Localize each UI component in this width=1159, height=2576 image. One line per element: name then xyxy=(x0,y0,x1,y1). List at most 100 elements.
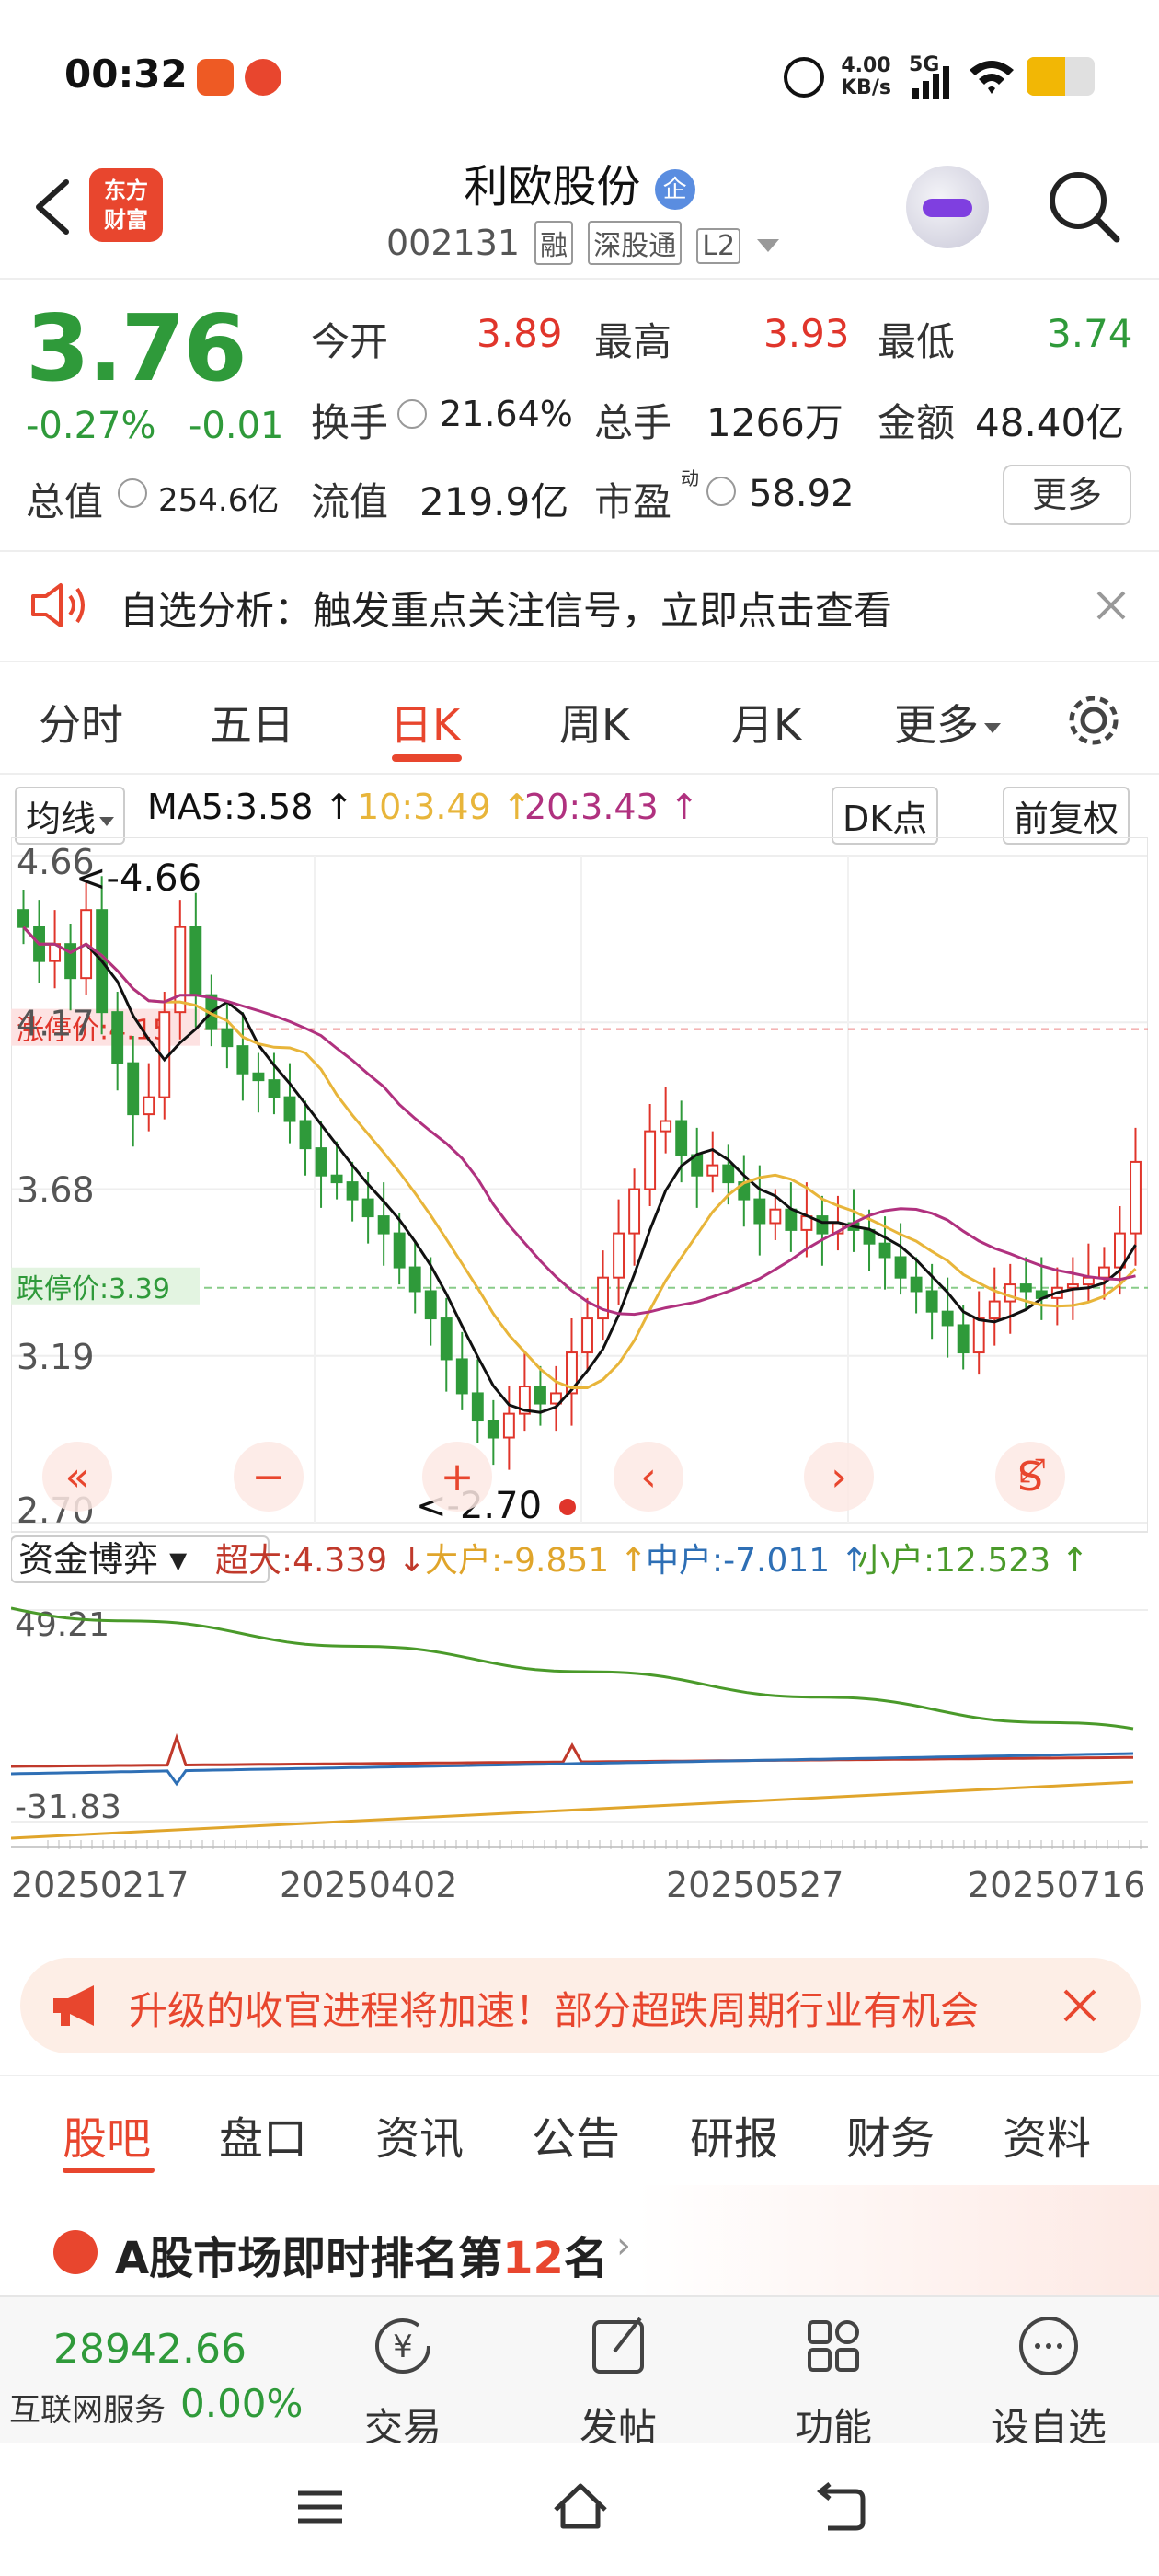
dropdown-arrow-icon xyxy=(757,238,780,252)
close-icon[interactable] xyxy=(1061,1987,1098,2024)
subchart-legend: 超大:4.339 ↓ xyxy=(215,1542,426,1580)
candle-body xyxy=(706,1164,719,1177)
candle-body xyxy=(315,1147,327,1177)
subchart-legend: 小户:12.523 ↑ xyxy=(857,1542,1089,1580)
candle-body xyxy=(613,1232,625,1279)
back-nav-icon[interactable] xyxy=(809,2482,870,2534)
candle-body xyxy=(283,1096,296,1122)
candle-body xyxy=(408,1266,421,1293)
candle-body xyxy=(769,1208,782,1225)
megaphone-icon xyxy=(53,1985,94,2026)
dropdown-arrow-icon xyxy=(99,816,115,826)
menu-icon[interactable] xyxy=(293,2484,348,2530)
app-notification-icon xyxy=(197,59,234,96)
candle-body xyxy=(925,1290,938,1313)
more-quote-button[interactable]: 更多 xyxy=(1003,465,1131,525)
settings-gear-icon[interactable] xyxy=(1063,690,1124,751)
candle-body xyxy=(816,1215,829,1235)
divider xyxy=(0,773,1159,775)
date-axis-label: 20250217 xyxy=(11,1865,189,1905)
rank-chart-icon xyxy=(53,2230,98,2274)
subchart-legend: 大户:-9.851 ↑ xyxy=(425,1542,648,1580)
quote-label-float-cap: 流值 xyxy=(311,479,389,524)
dk-point-button[interactable]: DK点 xyxy=(832,787,939,845)
candle-body xyxy=(111,1011,124,1064)
chart-control-label: − xyxy=(252,1454,286,1501)
candle-body xyxy=(189,926,202,996)
candle-body xyxy=(440,1317,453,1361)
search-icon[interactable] xyxy=(1045,167,1124,247)
tab-profile[interactable]: 资料 xyxy=(1003,2102,1091,2167)
candle-body xyxy=(581,1317,593,1354)
candle-body xyxy=(597,1276,609,1320)
quote-value-open: 3.89 xyxy=(476,311,563,356)
candle-body xyxy=(1019,1283,1032,1293)
candle-body xyxy=(502,1412,515,1439)
post-icon xyxy=(592,2317,644,2374)
ma-selector[interactable]: 均线 xyxy=(15,787,126,845)
date-axis-label: 20250402 xyxy=(280,1865,457,1905)
tab-monthly-k[interactable]: 月K xyxy=(731,692,801,753)
signal-dot xyxy=(559,1499,576,1515)
quote-label-low: 最低 xyxy=(878,319,956,364)
connect-tag: 深股通 xyxy=(588,221,683,265)
kline-chart[interactable]: 涨停价:4.15跌停价:3.394.664.173.683.192.70<-4.… xyxy=(11,837,1148,1937)
change-percent: -0.27% xyxy=(26,405,156,447)
tab-order-book[interactable]: 盘口 xyxy=(219,2102,307,2167)
margin-tag: 融 xyxy=(534,221,574,265)
candle-body xyxy=(455,1358,468,1395)
tab-weekly-k[interactable]: 周K xyxy=(559,692,629,753)
info-icon[interactable] xyxy=(397,399,427,429)
index-widget[interactable]: 28942.66 互联网服务 0.00% xyxy=(9,2309,304,2438)
tab-research[interactable]: 研报 xyxy=(690,2102,778,2167)
limit-down-label: 跌停价:3.39 xyxy=(17,1273,170,1305)
dropdown-arrow-icon xyxy=(984,723,1001,733)
candle-body xyxy=(127,1062,140,1116)
candle-body xyxy=(252,1072,265,1082)
tab-intraday[interactable]: 分时 xyxy=(39,692,123,753)
candle-body xyxy=(268,1079,281,1098)
close-icon[interactable] xyxy=(1095,589,1128,622)
info-icon[interactable] xyxy=(118,478,147,508)
chart-control-label: + xyxy=(441,1454,475,1501)
candle-body xyxy=(393,1232,406,1269)
tab-forum[interactable]: 股吧 xyxy=(63,2102,151,2167)
candle-body xyxy=(17,909,29,928)
ma-selector-label: 均线 xyxy=(26,799,97,839)
candle-body xyxy=(878,1242,891,1259)
rank-prefix: A股市场即时排名第 xyxy=(115,2233,503,2284)
candle-body xyxy=(894,1256,907,1279)
tab-news[interactable]: 资讯 xyxy=(375,2102,464,2167)
candle-body xyxy=(1004,1283,1016,1303)
candle-body xyxy=(1097,1266,1110,1279)
tab-daily-k[interactable]: 日K xyxy=(390,692,460,753)
high-price-marker: <-4.66 xyxy=(75,857,201,900)
quote-value-pe: 58.92 xyxy=(749,473,855,515)
subchart-axis-label: -31.83 xyxy=(15,1788,121,1826)
home-icon[interactable] xyxy=(548,2478,613,2534)
subchart-series-line xyxy=(11,1606,1134,1731)
chevron-right-icon: › xyxy=(616,2225,631,2267)
tab-more-periods[interactable]: 更多 xyxy=(894,692,1001,753)
wifi-icon xyxy=(970,61,1014,94)
tab-five-day[interactable]: 五日 xyxy=(210,692,294,753)
candle-body xyxy=(675,1120,688,1156)
status-time: 00:32 xyxy=(64,52,188,97)
price-axis-label: 4.17 xyxy=(17,1003,95,1043)
ma20-value: 20:3.43 ↑ xyxy=(524,787,699,827)
signal-icon xyxy=(912,66,949,99)
ma10-text: 10:3.49 xyxy=(357,787,491,827)
candle-body xyxy=(1130,1160,1142,1235)
subchart-legend: 中户:-7.011 ↑ xyxy=(646,1542,868,1580)
info-icon[interactable] xyxy=(706,477,736,506)
tab-announcements[interactable]: 公告 xyxy=(532,2102,620,2167)
robot-avatar[interactable] xyxy=(906,166,989,248)
adjust-price-button[interactable]: 前复权 xyxy=(1003,787,1130,845)
trade-icon: ¥ xyxy=(375,2318,430,2374)
stock-code-row[interactable]: 002131 融 深股通 L2 xyxy=(386,221,780,265)
add-watchlist-icon xyxy=(1019,2317,1078,2375)
tab-financials[interactable]: 财务 xyxy=(846,2102,935,2167)
candle-body xyxy=(361,1198,374,1218)
candle-body xyxy=(330,1174,343,1184)
quote-value-volume: 1266万 xyxy=(706,400,843,445)
